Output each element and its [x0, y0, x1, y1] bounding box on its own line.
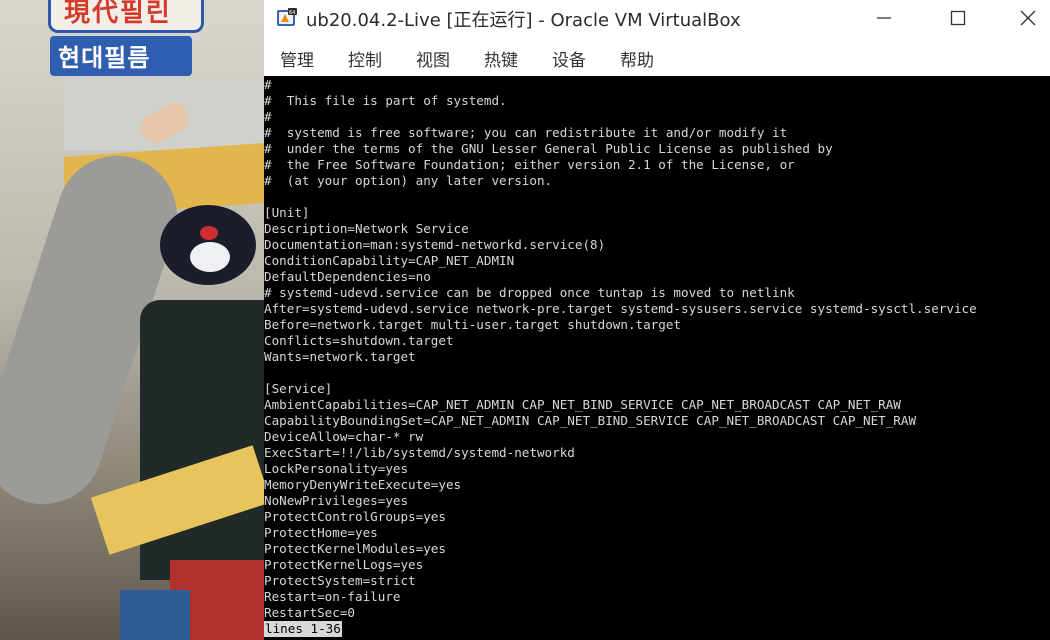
terminal-line: Documentation=man:systemd-networkd.servi…	[264, 237, 606, 252]
menu-manage[interactable]: 管理	[280, 46, 314, 71]
close-button[interactable]	[1002, 0, 1050, 36]
terminal-line: #	[264, 77, 272, 92]
pager-status: lines 1-36	[264, 621, 342, 637]
svg-text:64: 64	[289, 10, 295, 16]
terminal-line: DefaultDependencies=no	[264, 269, 431, 284]
wallpaper-blue-cloth	[120, 590, 190, 640]
minimize-icon	[877, 17, 891, 19]
terminal-line: ProtectHome=yes	[264, 525, 378, 540]
terminal-line: Wants=network.target	[264, 349, 416, 364]
wallpaper-sign-text: 현대필름	[58, 44, 151, 72]
terminal-line: Restart=on-failure	[264, 589, 401, 604]
terminal-line: ConditionCapability=CAP_NET_ADMIN	[264, 253, 515, 268]
terminal-line: Description=Network Service	[264, 221, 469, 236]
menu-devices[interactable]: 设备	[552, 46, 586, 71]
title-bar[interactable]: 64 ub20.04.2-Live [正在运行] - Oracle VM Vir…	[264, 0, 1050, 36]
virtualbox-window: 64 ub20.04.2-Live [正在运行] - Oracle VM Vir…	[264, 0, 1050, 640]
terminal-line: [Service]	[264, 381, 333, 396]
terminal-line: #	[264, 109, 272, 124]
maximize-icon	[950, 10, 966, 26]
terminal-line: ProtectControlGroups=yes	[264, 509, 446, 524]
terminal-line: ProtectSystem=strict	[264, 573, 416, 588]
terminal-line: Before=network.target multi-user.target …	[264, 317, 682, 332]
wallpaper-sign-top-text: 現代필린	[64, 0, 172, 28]
terminal-line: NoNewPrivileges=yes	[264, 493, 409, 508]
desktop-wallpaper: 現代필린 현대필름	[0, 0, 264, 640]
menu-help[interactable]: 帮助	[620, 46, 654, 71]
menu-hotkeys[interactable]: 热键	[484, 46, 518, 71]
close-icon	[1020, 10, 1036, 26]
vm-screen-terminal[interactable]: # # This file is part of systemd. # # syste…	[264, 76, 1050, 640]
maximize-button[interactable]	[932, 0, 984, 36]
menu-bar: 管理 控制 视图 热键 设备 帮助	[264, 36, 1050, 76]
terminal-line: # This file is part of systemd.	[264, 93, 507, 108]
terminal-line: # the Free Software Foundation; either v…	[264, 157, 795, 172]
minimize-button[interactable]	[858, 0, 910, 36]
terminal-line: [Unit]	[264, 205, 310, 220]
terminal-line: # systemd is free software; you can redi…	[264, 125, 788, 140]
terminal-line: # (at your option) any later version.	[264, 173, 553, 188]
terminal-line: Conflicts=shutdown.target	[264, 333, 454, 348]
terminal-line: AmbientCapabilities=CAP_NET_ADMIN CAP_NE…	[264, 397, 901, 412]
terminal-line: LockPersonality=yes	[264, 461, 409, 476]
terminal-line: ProtectKernelModules=yes	[264, 541, 446, 556]
menu-view[interactable]: 视图	[416, 46, 450, 71]
terminal-line: CapabilityBoundingSet=CAP_NET_ADMIN CAP_…	[264, 413, 917, 428]
terminal-line: MemoryDenyWriteExecute=yes	[264, 477, 462, 492]
terminal-line: ExecStart=!!/lib/systemd/systemd-network…	[264, 445, 575, 460]
terminal-line: # systemd-udevd.service can be dropped o…	[264, 285, 795, 300]
terminal-line: DeviceAllow=char-* rw	[264, 429, 424, 444]
terminal-line: # under the terms of the GNU Lesser Gene…	[264, 141, 833, 156]
window-title: ub20.04.2-Live [正在运行] - Oracle VM Virtua…	[306, 10, 741, 31]
wallpaper-hat-ornament	[190, 242, 230, 272]
virtualbox-app-icon: 64	[276, 8, 298, 28]
terminal-line: ProtectKernelLogs=yes	[264, 557, 424, 572]
wallpaper-hat-red-ornament	[200, 226, 218, 240]
menu-control[interactable]: 控制	[348, 46, 382, 71]
terminal-line: RestartSec=0	[264, 605, 355, 620]
terminal-line: After=systemd-udevd.service network-pre.…	[264, 301, 977, 316]
